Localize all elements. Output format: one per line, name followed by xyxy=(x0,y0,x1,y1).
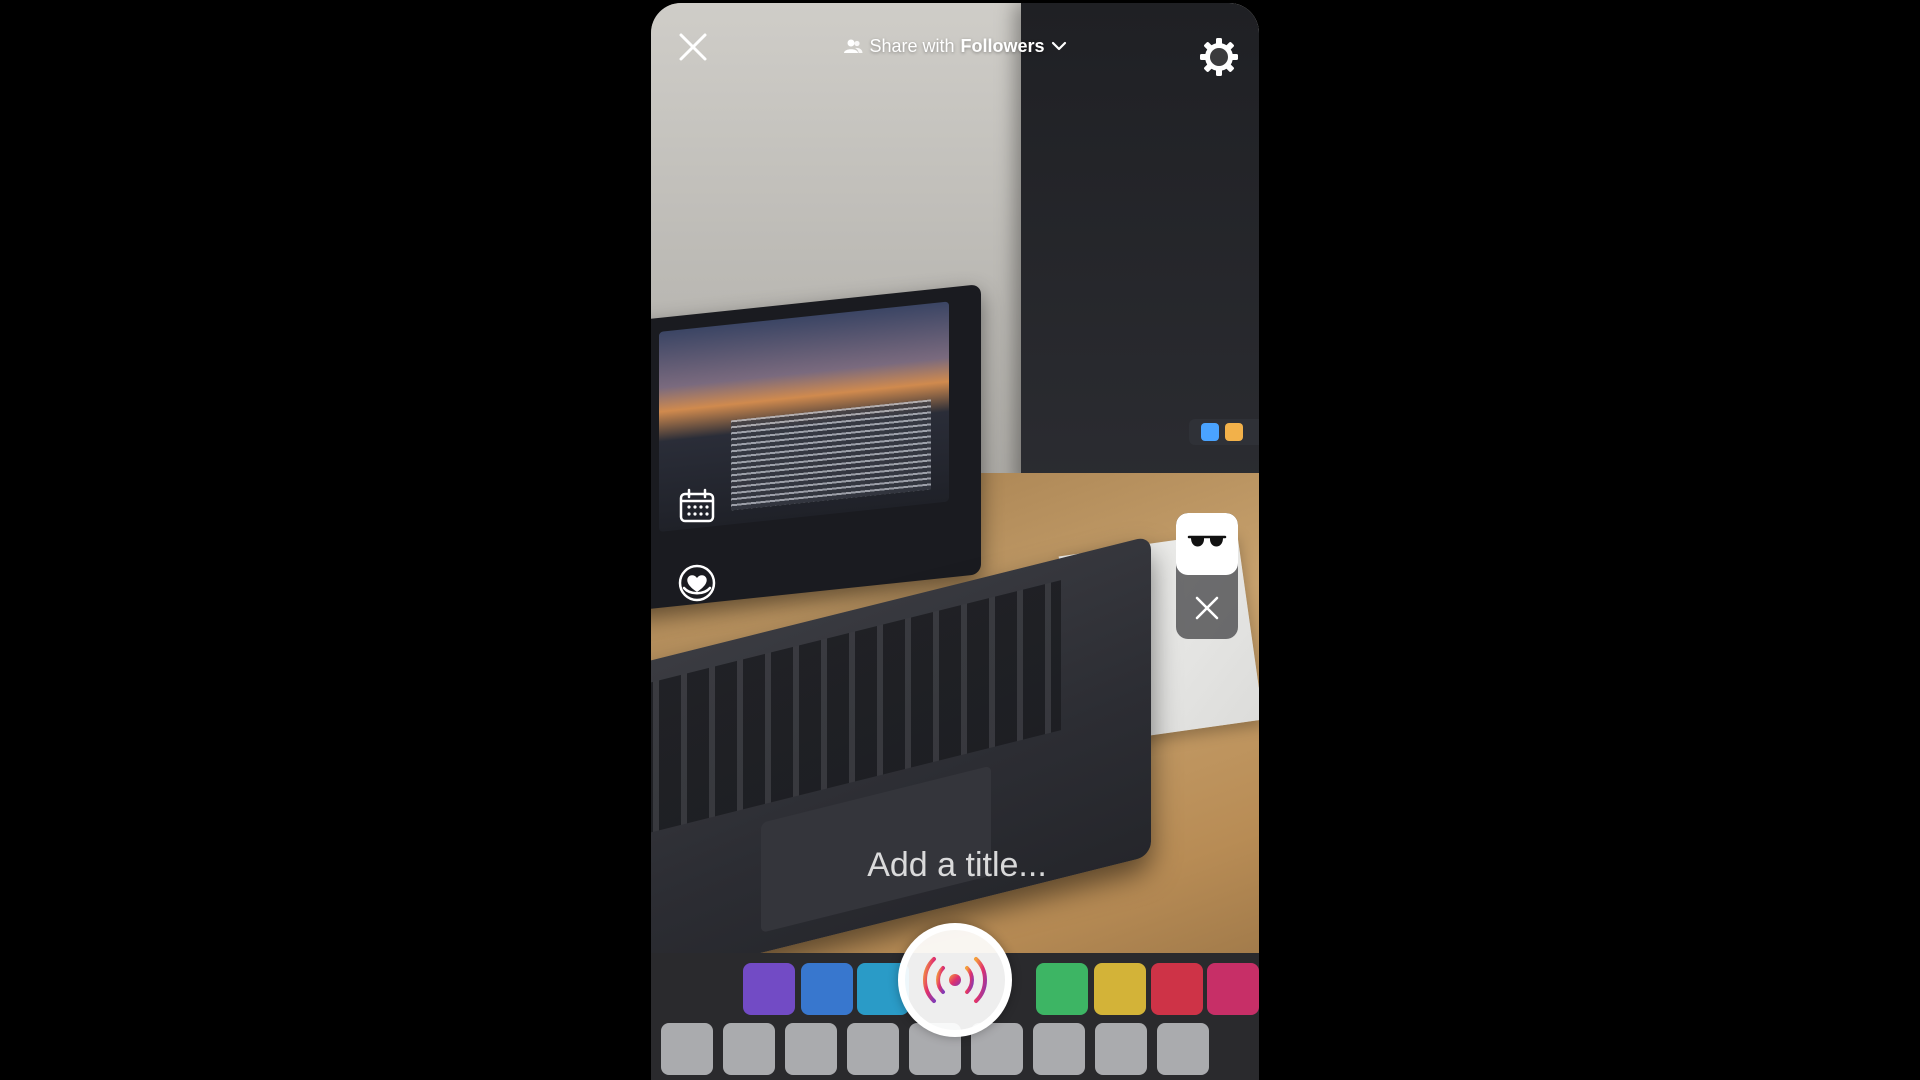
people-icon xyxy=(844,39,863,53)
chevron-down-icon xyxy=(1051,41,1066,51)
effect-panel xyxy=(1176,513,1238,639)
heart-badge-icon xyxy=(678,564,716,602)
audience-selector[interactable]: Share with Followers xyxy=(651,33,1259,59)
live-overlay: Share with Followers xyxy=(651,3,1259,1080)
go-live-button[interactable] xyxy=(898,923,1012,1037)
settings-button[interactable] xyxy=(1195,33,1243,81)
live-camera-view: Share with Followers xyxy=(651,3,1259,1080)
fundraiser-button[interactable] xyxy=(677,563,717,603)
audience-prefix: Share with xyxy=(869,35,955,56)
live-title-input[interactable] xyxy=(755,841,1159,889)
gear-icon xyxy=(1200,38,1238,76)
audience-value: Followers xyxy=(960,35,1045,56)
glasses-icon xyxy=(1187,535,1227,547)
active-effect-button[interactable] xyxy=(1176,513,1238,575)
calendar-icon xyxy=(679,488,715,523)
schedule-button[interactable] xyxy=(677,486,717,526)
remove-effect-button[interactable] xyxy=(1176,577,1238,639)
close-icon xyxy=(1195,596,1219,620)
live-broadcast-icon xyxy=(923,957,987,1003)
